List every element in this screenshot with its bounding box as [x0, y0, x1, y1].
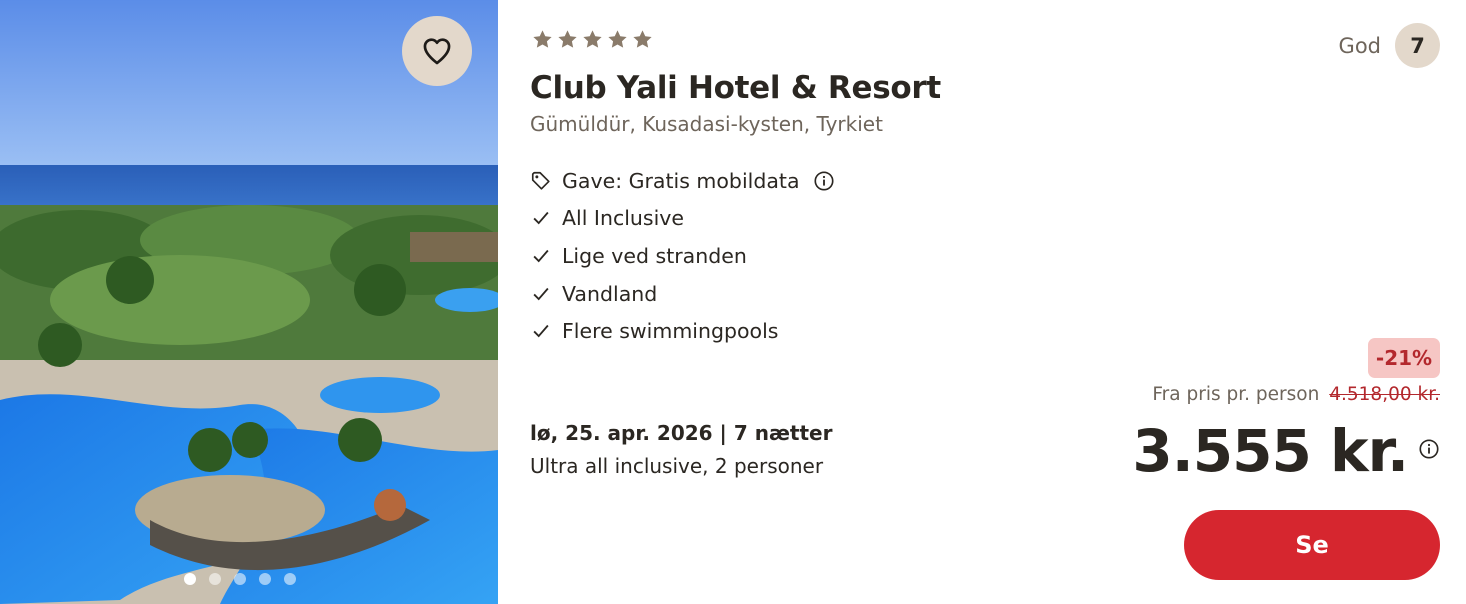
trip-board: Ultra all inclusive, 2 personer [530, 454, 824, 478]
check-icon [530, 319, 554, 343]
hotel-name[interactable]: Club Yali Hotel & Resort [530, 70, 941, 106]
see-offer-button[interactable]: Se [1184, 510, 1440, 580]
carousel-dot[interactable] [259, 573, 271, 585]
feature-item: Gave: Gratis mobildata [530, 162, 835, 200]
carousel-dot[interactable] [209, 573, 221, 585]
check-icon [530, 282, 554, 306]
current-price: 3.555 kr. [1132, 417, 1409, 485]
carousel-dots [184, 573, 296, 585]
feature-list: Gave: Gratis mobildata All Inclusive Lig… [530, 162, 835, 350]
trip-date: lø, 25. apr. 2026 | 7 nætter [530, 421, 833, 445]
star-icon [608, 30, 627, 48]
star-rating [531, 28, 654, 51]
check-icon [530, 206, 554, 230]
discount-badge: -21% [1368, 338, 1440, 378]
favorite-button[interactable] [402, 16, 472, 86]
price-from-row: Fra pris pr. person 4.518,00 kr. [1152, 384, 1440, 405]
old-price: 4.518,00 kr. [1329, 384, 1440, 405]
price-main: 3.555 kr. [1132, 418, 1440, 484]
hotel-photo[interactable] [0, 0, 498, 604]
price-from-label: Fra pris pr. person [1152, 384, 1320, 405]
rating-label: God [1338, 33, 1381, 58]
heart-icon [423, 38, 451, 65]
star-icon [558, 30, 577, 48]
resort-image [0, 0, 498, 604]
feature-label: Vandland [562, 281, 658, 306]
check-icon [530, 244, 554, 268]
hotel-location: Gümüldür, Kusadasi-kysten, Tyrkiet [530, 112, 883, 136]
info-icon[interactable] [813, 170, 835, 192]
carousel-dot[interactable] [284, 573, 296, 585]
feature-label: Gave: Gratis mobildata [562, 168, 800, 193]
hotel-card[interactable]: Club Yali Hotel & Resort Gümüldür, Kusad… [0, 0, 1466, 604]
carousel-dot[interactable] [184, 573, 196, 585]
feature-label: Flere swimmingpools [562, 319, 779, 344]
rating-score-badge: 7 [1395, 23, 1440, 68]
tag-icon [530, 169, 554, 193]
review-rating: God 7 [1339, 23, 1440, 68]
star-icon [583, 30, 602, 48]
price-info-icon[interactable] [1418, 438, 1440, 460]
carousel-dot[interactable] [234, 573, 246, 585]
feature-item: Flere swimmingpools [530, 312, 835, 350]
feature-label: Lige ved stranden [562, 243, 747, 268]
star-icon [533, 30, 552, 48]
feature-label: All Inclusive [562, 206, 685, 231]
feature-item: Vandland [530, 275, 835, 313]
star-icon [633, 30, 652, 48]
feature-item: All Inclusive [530, 200, 835, 238]
feature-item: Lige ved stranden [530, 237, 835, 275]
